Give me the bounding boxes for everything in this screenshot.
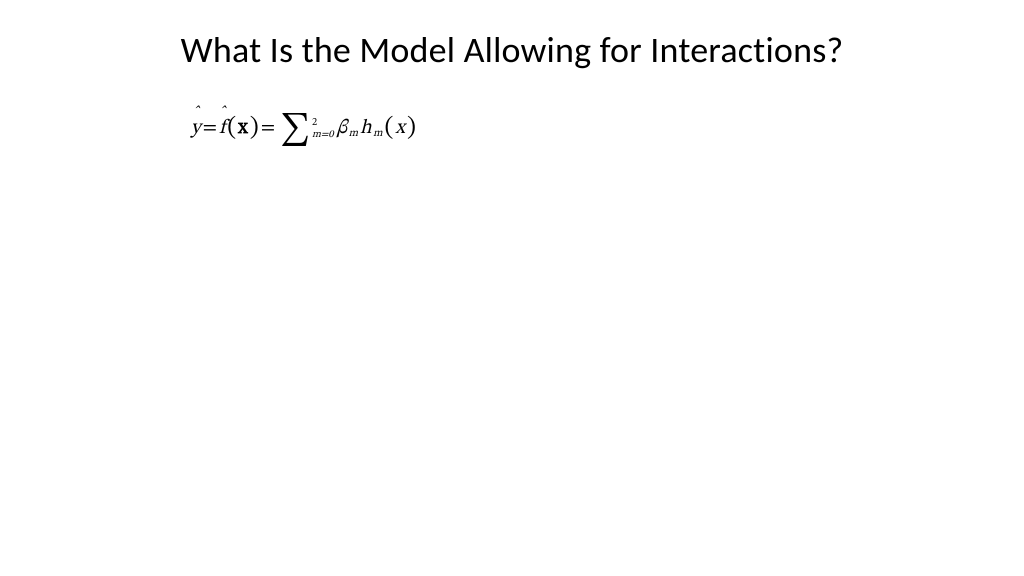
equals-2: = [261,116,275,141]
h-sub-m: m [373,127,382,141]
lparen-2: ( [384,115,393,140]
h-variable: h [360,116,372,141]
beta-sub-m: m [349,127,358,141]
y-hat: ˆ y [191,116,201,141]
hat-accent-y: ˆ [193,105,199,122]
sum-upper: 2 [312,118,333,128]
x-scalar: x [395,116,405,141]
x-vector: x [238,116,248,141]
f-hat: ˆ f [219,116,225,141]
summation-limits: 2 m=0 [312,118,333,141]
equals-1: = [203,116,217,141]
slide: What Is the Model Allowing for Interacti… [0,0,1024,576]
rparen-2: ) [407,115,416,140]
beta-symbol: β [337,116,348,141]
hat-accent-f: ˆ [219,105,225,122]
summation: ∑ 2 m=0 [280,112,333,144]
equation-line: ˆ y = ˆ f ( x ) = ∑ 2 m=0 β m h m ( x ) [190,112,417,144]
sum-lower: m=0 [312,130,333,140]
rparen-1: ) [250,115,259,140]
sigma-symbol: ∑ [280,114,310,146]
lparen-1: ( [227,115,236,140]
slide-title: What Is the Model Allowing for Interacti… [0,28,1024,72]
